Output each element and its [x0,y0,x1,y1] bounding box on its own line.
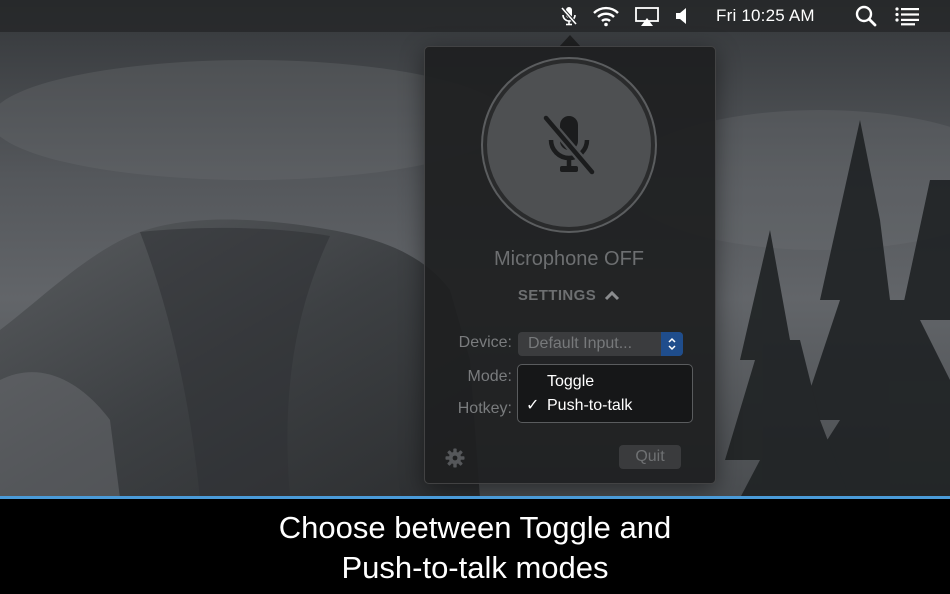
device-select[interactable]: Default Input... [518,332,683,356]
caption-line-2: Push-to-talk modes [341,550,609,585]
mic-status-text: Microphone OFF [493,248,645,270]
select-stepper-icon [661,332,683,356]
device-label: Device: [458,334,512,351]
caption-line-1: Choose between Toggle and [278,510,672,545]
mode-label: Mode: [467,368,512,385]
volume-icon[interactable] [674,0,690,32]
menu-bar: Fri 10:25 AM [0,0,950,32]
settings-toggle[interactable]: SETTINGS [425,287,713,304]
mic-muted-icon[interactable] [558,0,580,32]
menu-item-toggle[interactable]: Toggle [518,370,692,394]
caption-bar: Choose between Toggle and Push-to-talk m… [0,496,950,594]
device-select-value: Default Input... [528,335,633,352]
quit-button[interactable]: Quit [619,445,681,469]
wifi-icon[interactable] [592,0,620,32]
notification-center-icon[interactable] [894,0,920,32]
mic-muted-icon [542,115,596,175]
caption-text: Choose between Toggle and Push-to-talk m… [0,508,950,588]
hotkey-label: Hotkey: [457,400,512,417]
mode-dropdown-menu: Toggle ✓ Push-to-talk [517,364,693,423]
menu-item-label: Push-to-talk [547,397,633,414]
airplay-icon[interactable] [634,0,660,32]
mute-popover: Microphone OFF SETTINGS Device: Default … [424,46,716,484]
menu-bar-clock[interactable]: Fri 10:25 AM [716,0,815,32]
mic-toggle-button[interactable] [487,63,651,227]
menu-item-label: Toggle [547,373,595,390]
search-icon[interactable] [854,0,878,32]
menu-item-push-to-talk[interactable]: ✓ Push-to-talk [518,394,692,418]
settings-label: SETTINGS [517,287,597,304]
gear-icon[interactable] [445,448,465,473]
chevron-up-icon [605,290,620,301]
checkmark-icon: ✓ [526,397,540,414]
